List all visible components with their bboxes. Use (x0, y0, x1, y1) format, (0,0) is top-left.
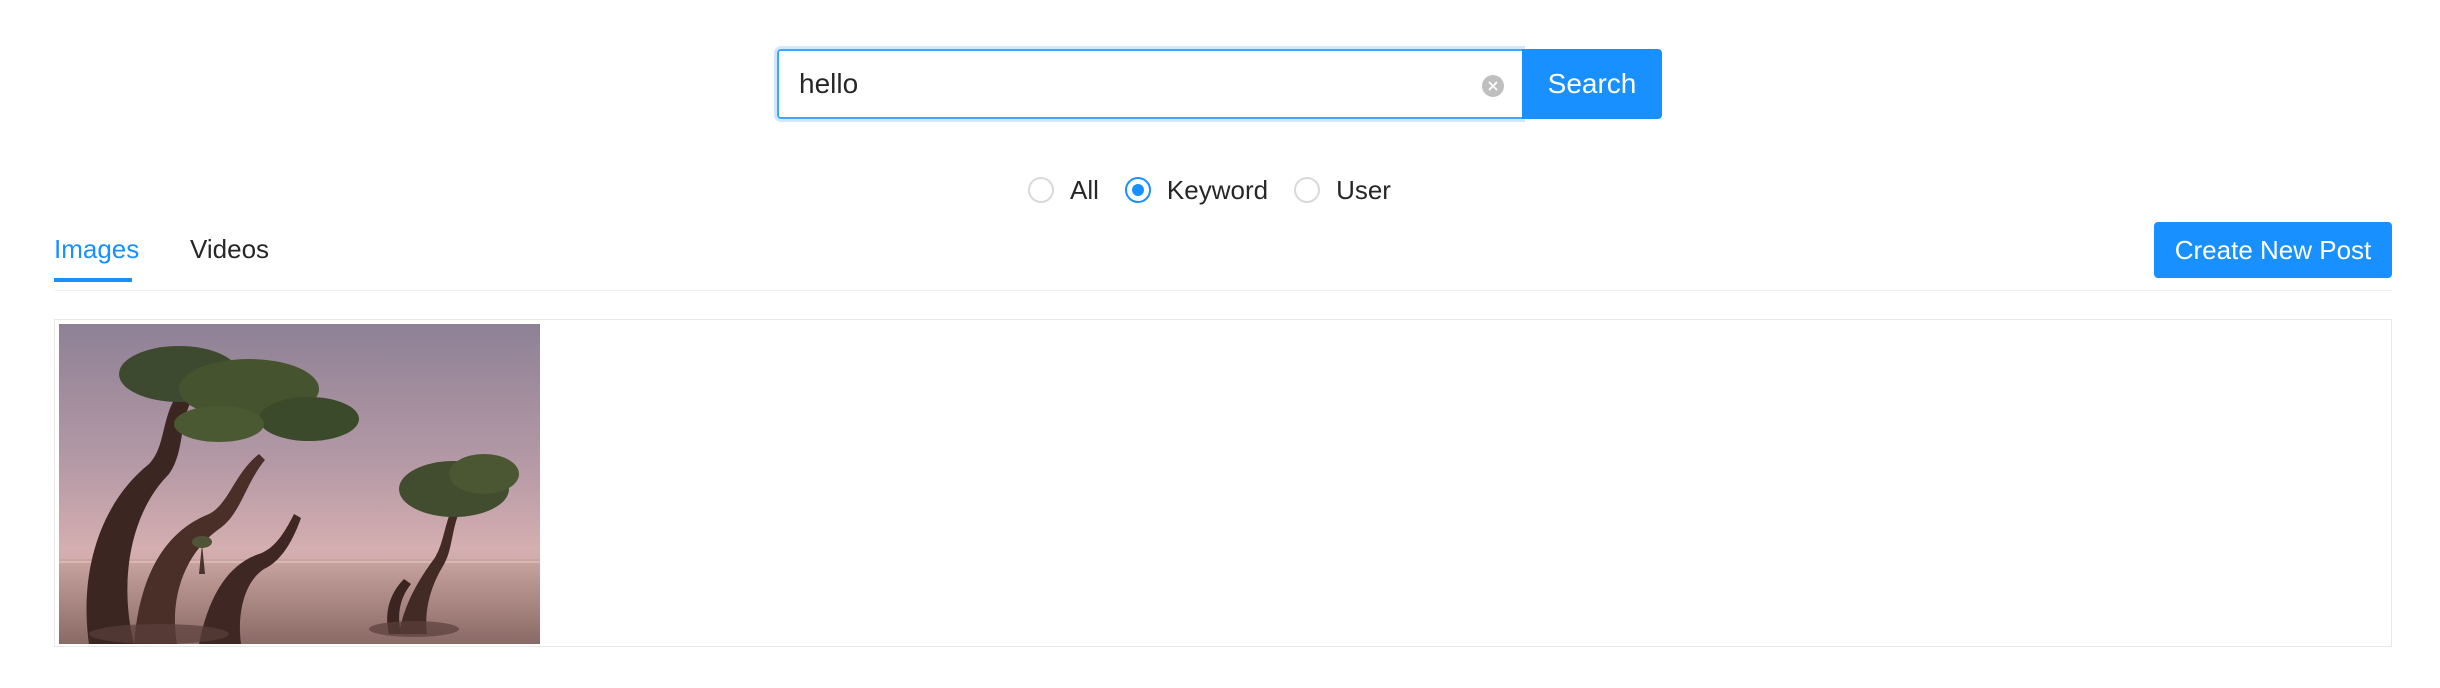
search-input-wrapper (777, 49, 1522, 119)
radio-option-user[interactable]: User (1294, 175, 1391, 206)
tab-label: Videos (190, 234, 270, 264)
radio-label: Keyword (1166, 174, 1269, 205)
radio-label: User (1336, 174, 1391, 205)
radio-button[interactable] (1028, 177, 1054, 203)
create-new-post-button[interactable]: Create New Post (2154, 222, 2392, 278)
tab-images[interactable]: Images (54, 234, 140, 282)
close-circle-icon[interactable] (1482, 75, 1504, 97)
radio-label: All (1070, 174, 1099, 205)
tab-videos[interactable]: Videos (190, 234, 269, 281)
mangrove-image (59, 324, 540, 644)
page: Search All Keyword User Images Videos Cr… (0, 0, 2440, 688)
radio-button[interactable] (1294, 177, 1321, 203)
tab-active-indicator (54, 278, 132, 282)
radio-button-checked[interactable] (1124, 177, 1151, 203)
search-bar: Search (777, 49, 1662, 119)
search-type-radio-group: All Keyword User (1028, 173, 1417, 207)
radio-option-keyword[interactable]: Keyword (1124, 174, 1269, 206)
tabs-bar: Images Videos Create New Post (54, 222, 2392, 291)
tab-label: Images (54, 234, 140, 264)
radio-option-all[interactable]: All (1028, 175, 1099, 206)
search-button[interactable]: Search (1522, 49, 1662, 119)
search-input[interactable] (779, 51, 1439, 117)
image-result-thumbnail[interactable] (59, 324, 540, 644)
results-panel (54, 319, 2392, 647)
